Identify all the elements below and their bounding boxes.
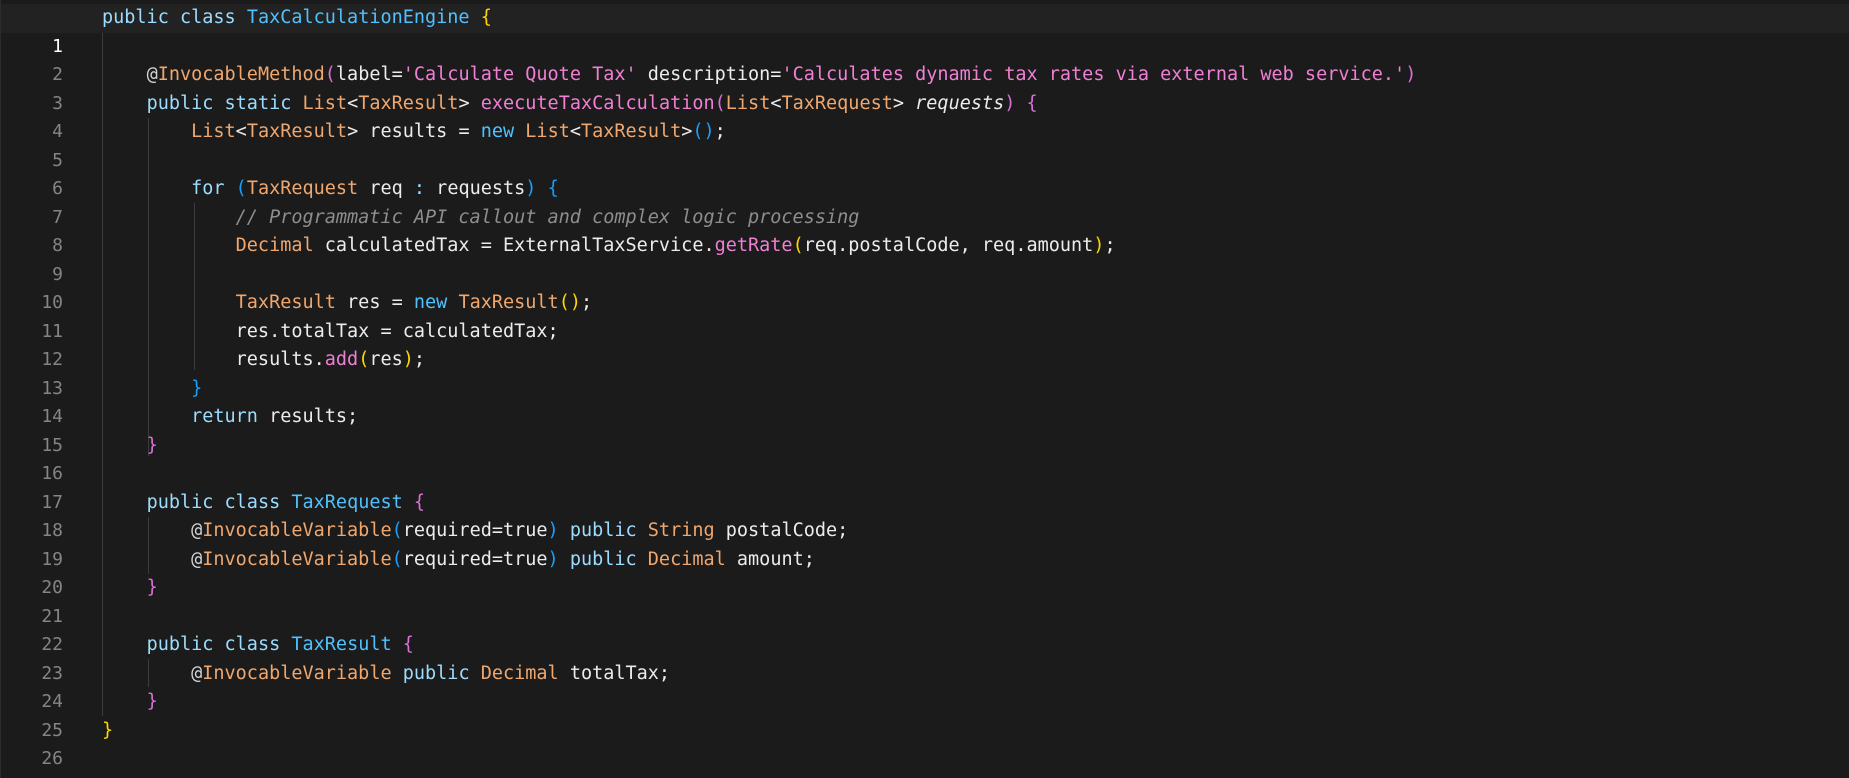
line-content: public class TaxRequest { <box>146 491 426 513</box>
line-content: @InvocableVariable(required=true) public… <box>191 520 849 541</box>
line-content: TaxResult res = new TaxResult(); <box>235 292 593 313</box>
line-number: 26 <box>41 748 63 769</box>
code-line-6[interactable]: 6 <box>1 147 1849 199</box>
line-content: @InvocableVariable(required=true) public… <box>191 548 815 570</box>
code-line-20[interactable]: 20 @InvocableVariable(required=true) pub… <box>1 546 1849 599</box>
code-line-1[interactable]: 1 public class TaxCalculationEngine { <box>1 4 1849 57</box>
code-line-26[interactable]: 26 } <box>1 717 1849 770</box>
code-line-5[interactable]: 5 List<TaxResult> results = new List<Tax… <box>1 118 1849 171</box>
code-line-4[interactable]: 4 public static List<TaxResult> executeT… <box>1 90 1849 143</box>
code-line-16[interactable]: 16 } <box>1 432 1849 485</box>
line-content: // Programmatic API callout and complex … <box>235 206 860 228</box>
line-content: } <box>191 377 203 399</box>
code-line-11[interactable]: 11 TaxResult res = new TaxResult(); <box>1 289 1849 342</box>
code-line-2[interactable]: 2 <box>1 33 1849 85</box>
line-content: return results; <box>191 406 359 427</box>
code-line-21[interactable]: 21 } <box>1 574 1849 627</box>
line-content: public class TaxCalculationEngine { <box>102 7 492 28</box>
code-line-7[interactable]: 7 for (TaxRequest req : requests) { <box>1 175 1849 228</box>
code-line-17[interactable]: 17 <box>1 460 1849 513</box>
line-content: for (TaxRequest req : requests) { <box>191 178 559 199</box>
code-line-23[interactable]: 23 public class TaxResult { <box>1 631 1849 684</box>
code-line-13[interactable]: 13 results.add(res); <box>1 346 1849 399</box>
code-line-22[interactable]: 22 <box>1 603 1849 655</box>
code-line-9[interactable]: 9 Decimal calculatedTax = ExternalTaxSer… <box>1 232 1849 285</box>
line-content: List<TaxResult> results = new List<TaxRe… <box>191 121 726 142</box>
line-content: } <box>146 691 158 712</box>
code-line-15[interactable]: 15 return results; <box>1 403 1849 456</box>
line-content: @InvocableVariable public Decimal totalT… <box>191 662 671 684</box>
line-content: Decimal calculatedTax = ExternalTaxServi… <box>235 235 1116 256</box>
code-line-14[interactable]: 14 } <box>1 375 1849 428</box>
line-content: } <box>146 434 158 456</box>
line-content: } <box>146 577 158 598</box>
code-line-3[interactable]: 3 @InvocableMethod(label='Calculate Quot… <box>1 61 1849 114</box>
line-content: } <box>102 719 114 741</box>
code-editor[interactable]: 1 public class TaxCalculationEngine { 2 … <box>0 0 1849 778</box>
code-line-19[interactable]: 19 @InvocableVariable(required=true) pub… <box>1 517 1849 570</box>
code-lines[interactable]: 1 public class TaxCalculationEngine { 2 … <box>1 4 1849 770</box>
line-content: public class TaxResult { <box>146 634 414 655</box>
code-line-12[interactable]: 12 res.totalTax = calculatedTax; <box>1 318 1849 371</box>
line-content: res.totalTax = calculatedTax; <box>235 320 559 342</box>
code-line-10[interactable]: 10 <box>1 261 1849 313</box>
line-content: @InvocableMethod(label='Calculate Quote … <box>146 64 1417 85</box>
code-line-8[interactable]: 8 // Programmatic API callout and comple… <box>1 204 1849 257</box>
code-line-18[interactable]: 18 public class TaxRequest { <box>1 489 1849 542</box>
line-content: results.add(res); <box>235 349 426 370</box>
line-content: public static List<TaxResult> executeTax… <box>146 92 1038 114</box>
code-line-24[interactable]: 24 @InvocableVariable public Decimal tot… <box>1 660 1849 713</box>
code-line-25[interactable]: 25 } <box>1 688 1849 741</box>
